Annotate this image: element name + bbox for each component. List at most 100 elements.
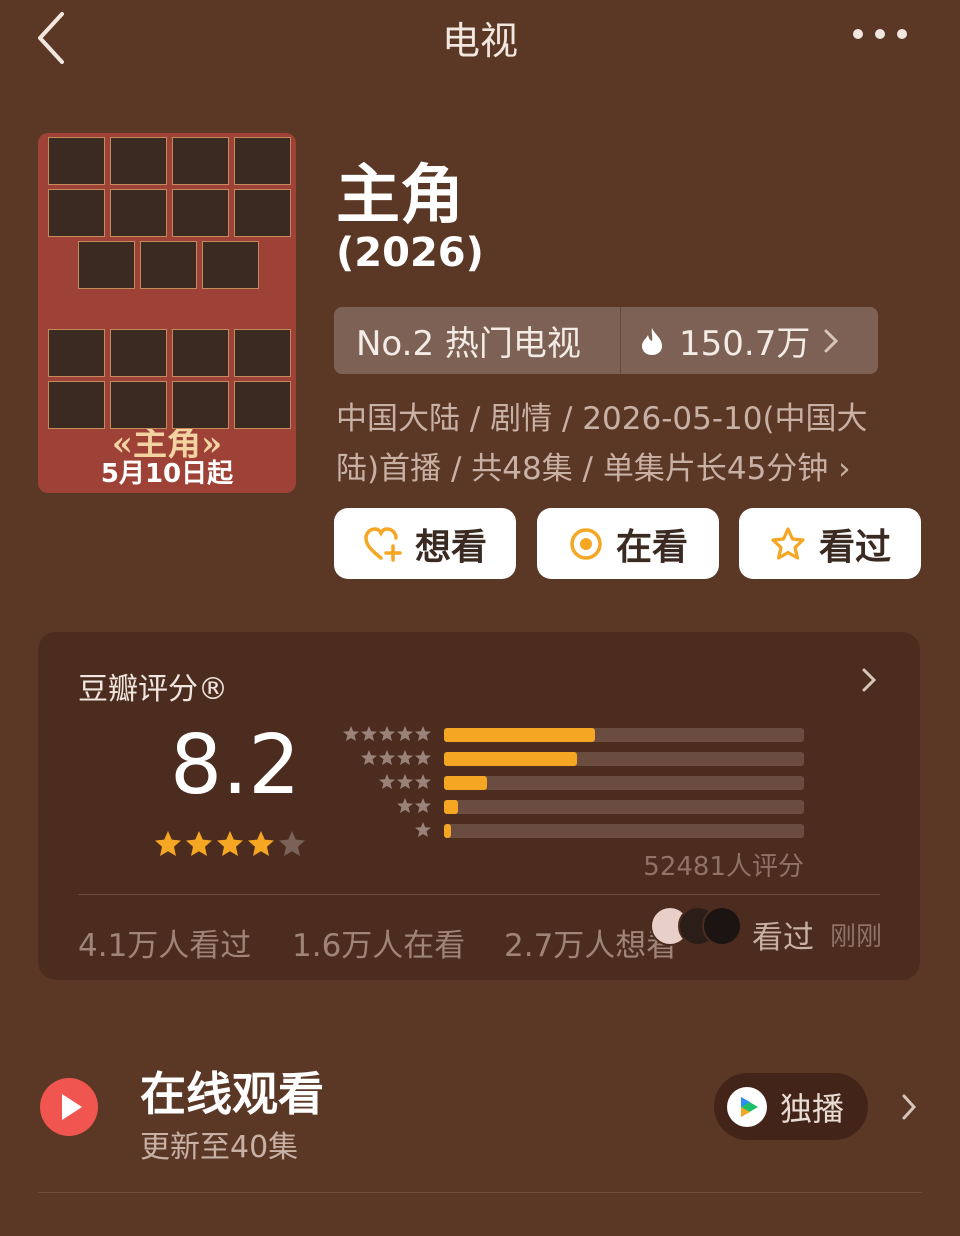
show-title: 主角 [336, 159, 464, 233]
friend-avatar[interactable] [702, 906, 742, 946]
friend-time: 刚刚 [830, 922, 883, 952]
meta-line-1: 中国大陆 / 剧情 / 2026-05-10(中国大 [336, 401, 868, 437]
poster-portrait [172, 189, 229, 237]
small-star-icon [397, 726, 413, 741]
bar-track [444, 728, 804, 742]
score-stars [154, 830, 309, 858]
rating-bar-5 [444, 728, 596, 742]
watched-count[interactable]: 4.1万人看过 [78, 920, 251, 965]
small-star-icon [397, 774, 413, 789]
top-bar: 电视 [0, 0, 960, 70]
rank-label: No.2 热门电视 [356, 324, 581, 364]
rating-bar-4 [444, 752, 578, 766]
section-divider [38, 1192, 922, 1193]
bar-track [444, 824, 804, 838]
online-watch-title[interactable]: 在线观看 [140, 1058, 324, 1124]
watching-count[interactable]: 1.6万人在看 [292, 920, 465, 965]
poster-portrait [202, 241, 259, 289]
flame-icon [642, 327, 662, 355]
small-star-icon [415, 822, 431, 837]
star-outline-icon [771, 526, 805, 560]
rating-bar-1 [444, 824, 452, 838]
heat-block: 150.7万 [621, 316, 840, 365]
small-star-icon [415, 750, 431, 765]
more-button[interactable] [850, 22, 910, 46]
star-filled-icon [217, 831, 243, 856]
poster-image[interactable]: «主角» 5月10日起 [38, 133, 296, 493]
more-dots-icon [853, 29, 907, 39]
chevron-right-icon[interactable] [860, 666, 878, 694]
poster-portrait [234, 329, 291, 377]
row-stars [396, 798, 432, 814]
bar-track [444, 752, 804, 766]
small-star-icon [379, 726, 395, 741]
bar-track [444, 800, 804, 814]
poster-portrait [48, 137, 105, 185]
small-star-icon [397, 798, 413, 813]
rating-title: 豆瓣评分® [78, 672, 228, 707]
small-star-icon [415, 726, 431, 741]
row-stars [342, 726, 432, 742]
heart-plus-icon [364, 526, 402, 562]
watched-button[interactable]: 看过 [739, 508, 921, 579]
video-platform-icon [727, 1086, 767, 1127]
poster-portrait [172, 381, 229, 429]
poster-portrait [78, 241, 135, 289]
meta-line-2: 陆)首播 / 共48集 / 单集片长45分钟 › [336, 451, 851, 487]
chevron-right-icon[interactable] [900, 1092, 918, 1122]
small-star-icon [415, 798, 431, 813]
star-filled-icon [186, 831, 212, 856]
rating-bar-2 [444, 800, 459, 814]
poster-portrait [48, 189, 105, 237]
small-star-icon [343, 726, 359, 741]
star-filled-icon [155, 831, 181, 856]
poster-portrait [48, 329, 105, 377]
star-empty-icon [279, 831, 305, 856]
row-stars [378, 774, 432, 790]
poster-portrait [110, 381, 167, 429]
rating-row-2 [338, 798, 848, 814]
rating-bar-3 [444, 776, 488, 790]
poster-date: 5月10日起 [100, 459, 234, 489]
want-to-watch-label: 想看 [414, 526, 487, 568]
poster-portrait [140, 241, 197, 289]
poster-portrait [234, 189, 291, 237]
want-to-watch-button[interactable]: 想看 [334, 508, 516, 579]
exclusive-label: 独播 [780, 1089, 845, 1128]
small-star-icon [361, 750, 377, 765]
star-filled-icon [248, 831, 274, 856]
poster-portrait [172, 137, 229, 185]
poster-portrait [110, 329, 167, 377]
exclusive-badge[interactable]: 独播 [714, 1073, 868, 1140]
bar-track [444, 776, 804, 790]
friend-action: 看过 [752, 920, 814, 956]
poster-portrait [234, 381, 291, 429]
row-stars [360, 750, 432, 766]
rank-chip[interactable]: No.2 热门电视 150.7万 [334, 307, 878, 374]
play-icon[interactable] [40, 1078, 98, 1136]
small-star-icon [379, 774, 395, 789]
rating-row-5 [338, 726, 848, 742]
small-star-icon [397, 750, 413, 765]
watching-label: 在看 [615, 526, 688, 568]
show-year: (2026) [336, 230, 484, 276]
rating-count: 52481人评分 [643, 852, 804, 882]
row-stars [414, 822, 432, 838]
rating-card[interactable]: 豆瓣评分® 8.2 52481人评分 4.1万人看过 1.6万人在看 2.7万人… [38, 632, 920, 980]
chevron-right-icon [824, 329, 839, 352]
watched-label: 看过 [818, 526, 891, 568]
watching-button[interactable]: 在看 [537, 508, 719, 579]
rating-row-1 [338, 822, 848, 838]
page-title: 电视 [441, 19, 518, 63]
meta-info[interactable]: 中国大陆 / 剧情 / 2026-05-10(中国大 陆)首播 / 共48集 /… [336, 394, 902, 494]
target-icon [570, 527, 602, 560]
card-divider [78, 894, 880, 895]
heat-value: 150.7万 [679, 324, 811, 364]
score-value: 8.2 [170, 718, 301, 813]
rating-row-3 [338, 774, 848, 790]
small-star-icon [361, 726, 377, 741]
rating-row-4 [338, 750, 848, 766]
poster-portrait [172, 329, 229, 377]
online-watch-subtitle: 更新至40集 [140, 1130, 299, 1165]
poster-portrait [48, 381, 105, 429]
